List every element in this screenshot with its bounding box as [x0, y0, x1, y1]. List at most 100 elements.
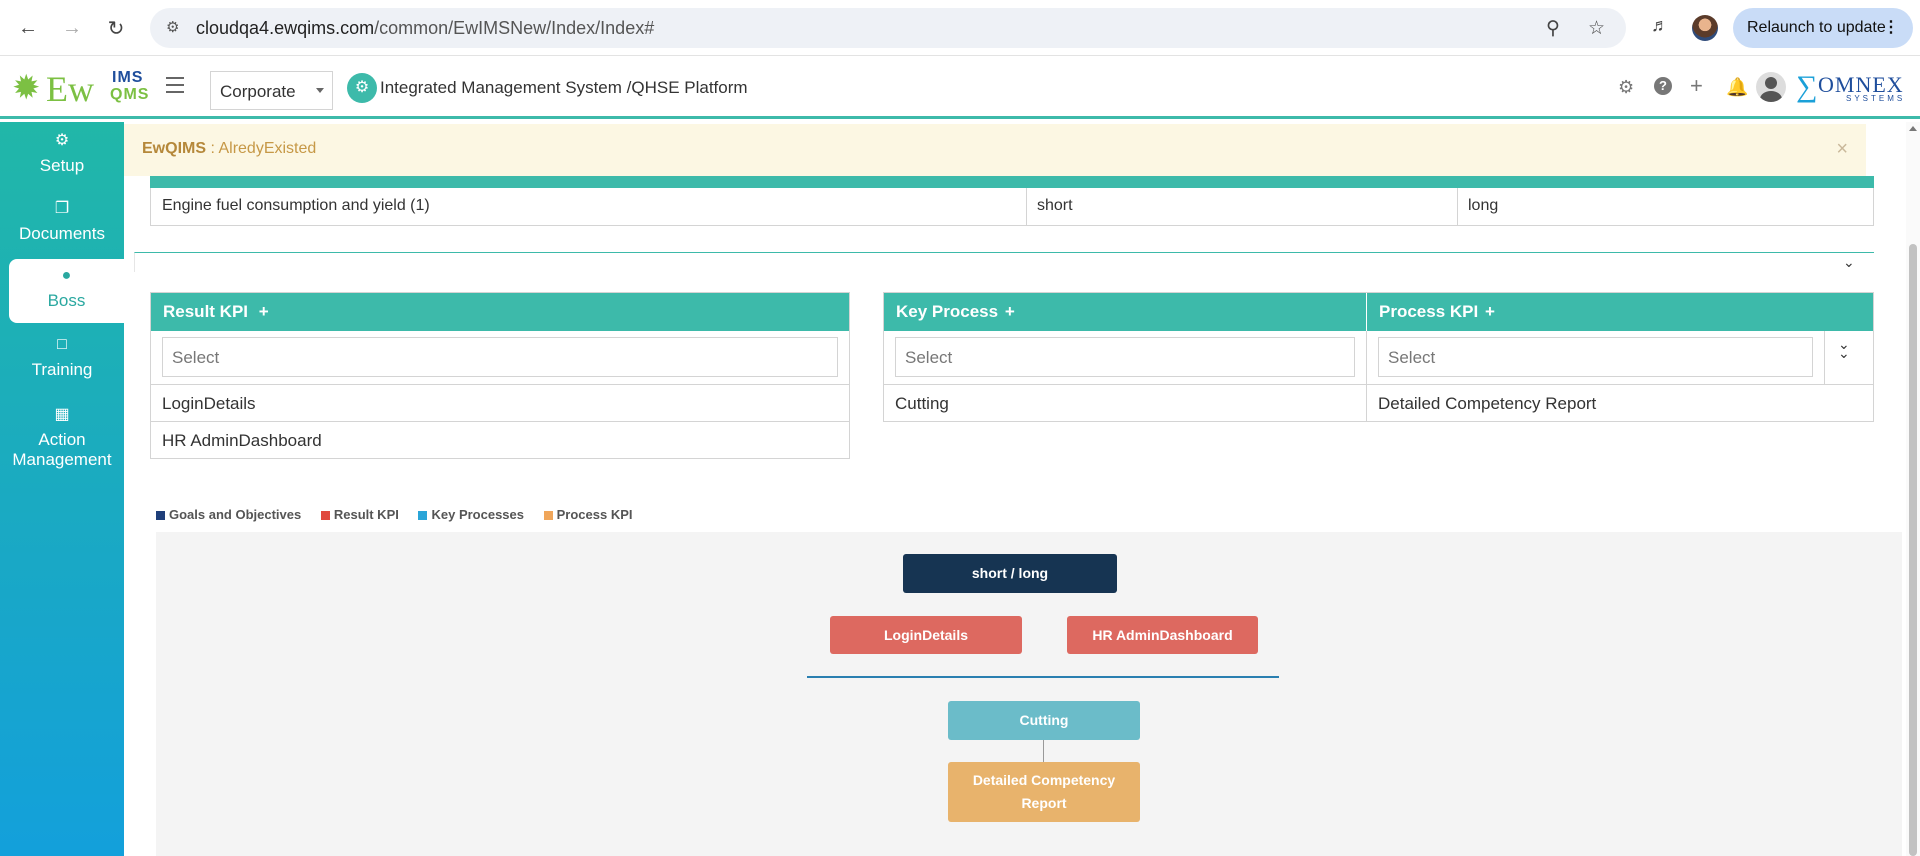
- column-divider: [1824, 331, 1825, 384]
- key-process-node[interactable]: Cutting: [948, 701, 1140, 740]
- legend-item: Key Processes: [418, 507, 524, 522]
- legend-swatch: [418, 511, 428, 520]
- legend: Goals and Objectives Result KPI Key Proc…: [156, 507, 649, 522]
- plus-icon[interactable]: +: [1690, 73, 1703, 99]
- result-kpi-node[interactable]: HR AdminDashboard: [1067, 616, 1258, 654]
- table-row[interactable]: Engine fuel consumption and yield (1) sh…: [150, 188, 1874, 226]
- training-icon: □: [57, 336, 67, 353]
- omnex-sub: SYSTEMS: [1846, 94, 1906, 103]
- hamburger-menu-icon[interactable]: [166, 77, 184, 93]
- column-divider: [1366, 331, 1367, 422]
- legend-item: Result KPI: [320, 507, 399, 522]
- process-kpi-header: Process KPI +: [1367, 293, 1873, 331]
- section-divider: [134, 252, 1874, 272]
- scroll-up-icon[interactable]: [1909, 126, 1917, 131]
- browser-toolbar: ← → ↻ ⚙ cloudqa4.ewqims.com/common/EwIMS…: [0, 0, 1920, 56]
- add-process-kpi-button[interactable]: +: [1485, 302, 1495, 321]
- list-item[interactable]: Cutting: [895, 394, 949, 414]
- legend-swatch: [543, 511, 553, 520]
- chevron-down-icon[interactable]: ⌄: [1843, 254, 1855, 271]
- help-icon[interactable]: ?: [1654, 77, 1672, 95]
- list-item[interactable]: LoginDetails: [162, 394, 256, 414]
- alert-message: : AlredyExisted: [206, 140, 317, 157]
- result-kpi-node[interactable]: LoginDetails: [830, 616, 1022, 654]
- result-kpi-select[interactable]: Select: [162, 337, 838, 377]
- sidebar-item-label: Training: [31, 360, 93, 379]
- forward-icon[interactable]: →: [58, 14, 86, 42]
- sidebar-item-boss[interactable]: ● Boss: [9, 259, 124, 323]
- alert-app-name: EwQIMS: [142, 140, 207, 157]
- corporate-select[interactable]: Corporate: [210, 71, 333, 110]
- sidebar-item-action-management[interactable]: ▦ Action Management: [0, 404, 124, 474]
- sidebar-item-label: Action Management: [12, 430, 112, 469]
- process-kpi-select[interactable]: Select: [1378, 337, 1813, 377]
- process-kpi-node[interactable]: Detailed Competency Report: [948, 762, 1140, 822]
- caret-down-icon: [316, 88, 324, 93]
- goal-long: long: [1468, 197, 1499, 214]
- settings-gear-icon[interactable]: ⚙: [1618, 77, 1634, 98]
- building-icon: ▦: [54, 406, 70, 423]
- column-divider: [1457, 188, 1458, 226]
- sidebar-item-label: Boss: [47, 291, 86, 310]
- profile-avatar[interactable]: [1692, 15, 1718, 41]
- back-icon[interactable]: ←: [14, 14, 42, 42]
- goal-short: short: [1037, 197, 1073, 214]
- menu-dots-icon[interactable]: ⋮: [1883, 8, 1899, 48]
- key-process-title: Key Process: [896, 302, 999, 321]
- key-process-select[interactable]: Select: [895, 337, 1355, 377]
- legend-swatch: [156, 511, 165, 520]
- omnex-logo: ∑ OMNEX SYSTEMS: [1796, 70, 1914, 106]
- double-chevron-down-icon[interactable]: ⌄ ⌄: [1838, 337, 1850, 360]
- reload-icon[interactable]: ↻: [102, 14, 130, 42]
- gears-icon: ⚙: [54, 132, 70, 149]
- legend-label: Result KPI: [333, 507, 399, 522]
- user-avatar[interactable]: [1756, 72, 1786, 102]
- add-result-kpi-button[interactable]: +: [259, 302, 269, 321]
- relaunch-button[interactable]: Relaunch to update ⋮: [1733, 8, 1913, 48]
- sidebar-item-training[interactable]: □ Training: [0, 336, 124, 394]
- page-scrollbar[interactable]: [1906, 122, 1920, 856]
- result-kpi-title: Result KPI: [163, 302, 249, 321]
- scrollbar-thumb[interactable]: [1909, 244, 1917, 856]
- connector-line: [807, 676, 1279, 678]
- site-info-icon[interactable]: ⚙: [166, 18, 186, 38]
- alert-banner: EwQIMS : AlredyExisted ×: [124, 124, 1866, 176]
- add-key-process-button[interactable]: +: [1005, 302, 1015, 321]
- settings-badge-icon: ⚙: [347, 73, 377, 103]
- legend-item: Goals and Objectives: [156, 507, 301, 522]
- app-title: Integrated Management System /QHSE Platf…: [380, 78, 748, 97]
- goal-name: Engine fuel consumption and yield (1): [162, 197, 430, 214]
- bookmark-star-icon[interactable]: ☆: [1588, 17, 1605, 40]
- media-control-icon[interactable]: ♬: [1651, 15, 1669, 36]
- list-item[interactable]: HR AdminDashboard: [162, 431, 322, 451]
- list-item[interactable]: Detailed Competency Report: [1378, 394, 1596, 414]
- connector-line: [1043, 740, 1044, 762]
- address-bar[interactable]: ⚙ cloudqa4.ewqims.com/common/EwIMSNew/In…: [150, 8, 1626, 48]
- zoom-icon[interactable]: ⚲: [1546, 17, 1560, 40]
- sidebar-item-label: Documents: [19, 224, 105, 243]
- logo-ims: IMS: [112, 69, 144, 86]
- goals-table-header: [150, 176, 1874, 188]
- legend-label: Key Processes: [431, 507, 524, 522]
- result-kpi-panel: Result KPI + Select LoginDetails HR Admi…: [150, 292, 850, 459]
- sidebar-item-label: Setup: [39, 156, 85, 175]
- app-header: ✹ Ew IMS QMS Corporate ⚙ Integrated Mana…: [0, 57, 1920, 119]
- divider: [151, 421, 849, 422]
- sidebar-item-documents[interactable]: ❐ Documents: [0, 198, 124, 256]
- corporate-select-value: Corporate: [220, 82, 296, 101]
- sidebar-item-setup[interactable]: ⚙ Setup: [0, 130, 124, 188]
- ewims-logo[interactable]: ✹ Ew IMS QMS: [12, 67, 148, 109]
- sidebar: ⚙ Setup ❐ Documents ● Boss □ Training ▦ …: [0, 122, 124, 856]
- omnex-mark-icon: ∑: [1796, 70, 1818, 103]
- url-text[interactable]: cloudqa4.ewqims.com/common/EwIMSNew/Inde…: [196, 18, 654, 39]
- process-kpi-title: Process KPI: [1379, 302, 1479, 321]
- key-process-header: Key Process +: [884, 293, 1366, 331]
- divider: [151, 384, 849, 385]
- goal-node[interactable]: short / long: [903, 554, 1117, 593]
- column-divider: [1026, 188, 1027, 226]
- bell-icon[interactable]: 🔔: [1726, 77, 1748, 98]
- legend-label: Process KPI: [556, 507, 633, 522]
- close-icon[interactable]: ×: [1836, 138, 1848, 161]
- legend-label: Goals and Objectives: [169, 507, 302, 522]
- documents-icon: ❐: [54, 200, 70, 217]
